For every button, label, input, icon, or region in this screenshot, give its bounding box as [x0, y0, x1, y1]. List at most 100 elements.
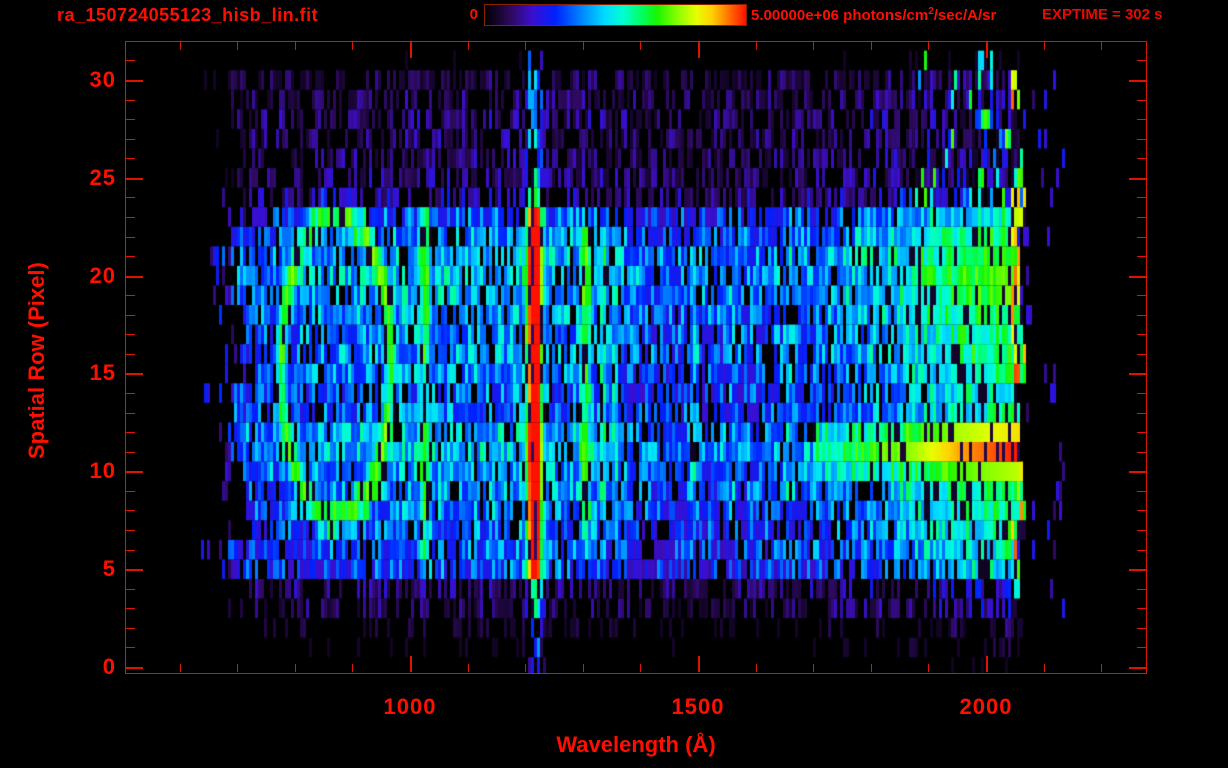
colorbar-min-label: 0	[469, 6, 478, 23]
axis-tick-mark	[237, 664, 238, 672]
axis-tick-mark	[126, 217, 135, 218]
axis-tick-mark	[871, 664, 872, 672]
colorbar-gradient	[484, 4, 747, 26]
axis-tick-mark	[1137, 608, 1146, 609]
axis-tick-mark	[1129, 569, 1146, 571]
axis-tick-mark	[126, 315, 135, 316]
axis-tick-mark	[1137, 334, 1146, 335]
y-tick-label: 0	[102, 654, 116, 679]
axis-tick-mark	[1137, 315, 1146, 316]
axis-tick-mark	[1137, 256, 1146, 257]
axis-tick-mark	[1137, 158, 1146, 159]
axis-tick-mark	[1137, 60, 1146, 61]
axis-tick-mark	[1137, 100, 1146, 101]
colorbar-units-suffix: /sec/A/sr	[933, 7, 997, 24]
axis-tick-mark	[126, 237, 135, 238]
axis-tick-mark	[1129, 373, 1146, 375]
axis-tick-mark	[126, 550, 135, 551]
axis-tick-mark	[126, 432, 135, 433]
spectrogram-viewer: { "header": { "title": "ra_150724055123_…	[0, 0, 1228, 768]
axis-tick-mark	[352, 664, 353, 672]
axis-tick-mark	[756, 664, 757, 672]
axis-tick-mark	[756, 42, 757, 50]
axis-tick-mark	[1044, 42, 1045, 50]
axis-tick-mark	[1129, 276, 1146, 278]
y-axis-label: Spatial Row (Pixel)	[24, 262, 49, 459]
axis-tick-mark	[180, 664, 181, 672]
axis-tick-mark	[583, 664, 584, 672]
axis-tick-mark	[126, 647, 135, 648]
axis-tick-mark	[986, 42, 988, 58]
axis-tick-mark	[1129, 471, 1146, 473]
axis-tick-mark	[871, 42, 872, 50]
axis-tick-mark	[126, 80, 143, 82]
axis-tick-mark	[1101, 664, 1102, 672]
axis-tick-mark	[1137, 217, 1146, 218]
axis-tick-mark	[126, 158, 135, 159]
x-tick-label: 1000	[383, 694, 437, 719]
axis-tick-mark	[126, 452, 135, 453]
axis-tick-mark	[525, 42, 526, 50]
colorbar-max-value: 5.00000e+06	[751, 7, 840, 24]
axis-tick-mark	[698, 42, 700, 58]
y-tick-label: 30	[89, 66, 116, 92]
axis-tick-mark	[640, 664, 641, 672]
axis-tick-mark	[986, 656, 988, 672]
axis-tick-mark	[126, 530, 135, 531]
axis-tick-mark	[1137, 197, 1146, 198]
axis-tick-mark	[1137, 237, 1146, 238]
axis-tick-mark	[126, 608, 135, 609]
axis-tick-mark	[126, 295, 135, 296]
axis-tick-mark	[1137, 530, 1146, 531]
axis-tick-mark	[1137, 491, 1146, 492]
axis-tick-mark	[237, 42, 238, 50]
colorbar-max-label: 5.00000e+06 photons/cm2/sec/A/sr	[751, 6, 996, 24]
axis-tick-mark	[928, 664, 929, 672]
axis-tick-mark	[1129, 80, 1146, 82]
axis-tick-mark	[698, 656, 700, 672]
axis-tick-mark	[126, 139, 135, 140]
axis-tick-mark	[126, 100, 135, 101]
axis-tick-mark	[126, 373, 143, 375]
axis-tick-mark	[1137, 589, 1146, 590]
axis-tick-mark	[1137, 628, 1146, 629]
axis-tick-mark	[813, 42, 814, 50]
axis-tick-mark	[126, 510, 135, 511]
axis-tick-mark	[1137, 510, 1146, 511]
axis-tick-mark	[126, 178, 143, 180]
axis-tick-mark	[126, 276, 143, 278]
axis-tick-mark	[295, 42, 296, 50]
axis-tick-mark	[1101, 42, 1102, 50]
axis-tick-mark	[126, 471, 143, 473]
axis-tick-mark	[295, 664, 296, 672]
axis-tick-mark	[928, 42, 929, 50]
x-tick-label: 2000	[959, 694, 1013, 719]
axis-tick-mark	[640, 42, 641, 50]
axis-tick-mark	[525, 664, 526, 672]
axis-tick-mark	[1137, 139, 1146, 140]
y-tick-label: 15	[89, 360, 116, 386]
axis-tick-mark	[1137, 295, 1146, 296]
y-tick-label: 5	[102, 556, 116, 582]
axis-tick-mark	[1137, 452, 1146, 453]
x-tick-label: 1500	[671, 694, 725, 719]
axis-tick-mark	[126, 491, 135, 492]
axis-tick-mark	[126, 589, 135, 590]
axis-tick-mark	[1137, 647, 1146, 648]
y-tick-label: 10	[89, 458, 116, 484]
axis-tick-mark	[1137, 119, 1146, 120]
axis-tick-mark	[126, 413, 135, 414]
axis-tick-mark	[126, 60, 135, 61]
axis-tick-mark	[813, 664, 814, 672]
axis-tick-mark	[126, 393, 135, 394]
axis-tick-mark	[126, 628, 135, 629]
axis-tick-mark	[126, 354, 135, 355]
axis-tick-mark	[583, 42, 584, 50]
axis-tick-mark	[410, 42, 412, 58]
plot-title: ra_150724055123_hisb_lin.fit	[57, 5, 319, 25]
axis-tick-mark	[126, 197, 135, 198]
axis-tick-mark	[1137, 354, 1146, 355]
axis-tick-mark	[126, 119, 135, 120]
axis-tick-mark	[1137, 393, 1146, 394]
y-tick-label: 25	[89, 164, 116, 190]
